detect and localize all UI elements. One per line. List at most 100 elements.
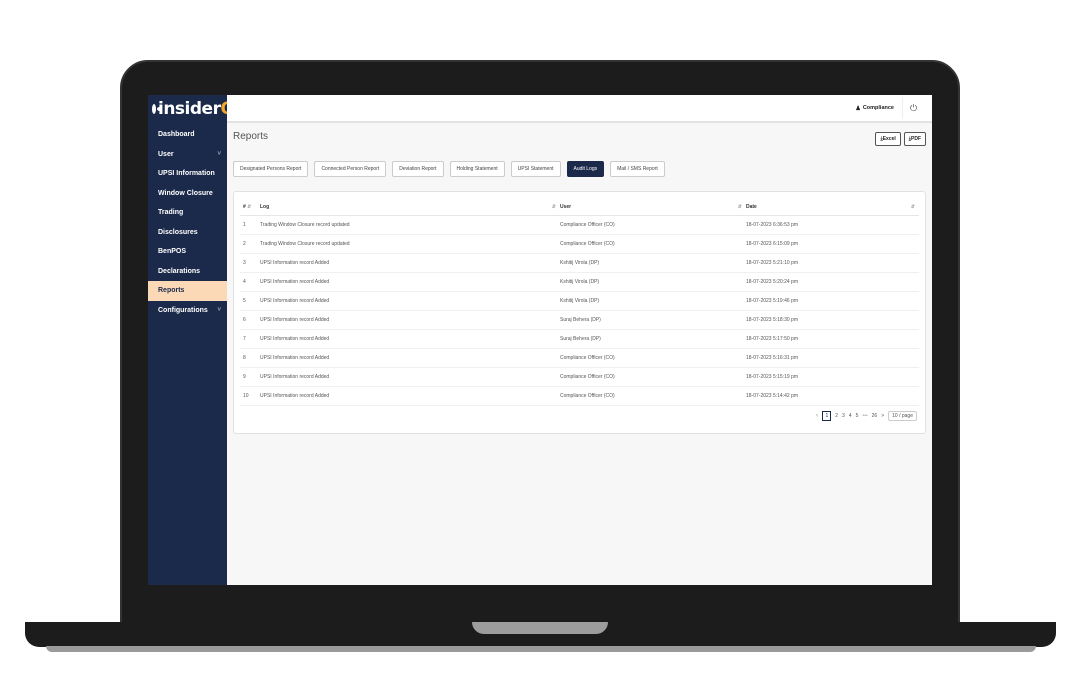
sidebar-item-configurations[interactable]: Configurations ˅: [148, 301, 227, 321]
sort-icon: ⇵: [910, 204, 915, 211]
column-header-date[interactable]: Date ⇵: [746, 200, 919, 216]
export-pdf-button[interactable]: ⤓PDF: [903, 132, 926, 146]
export-excel-button[interactable]: ⤓Excel: [875, 132, 901, 146]
row-user: Compliance Officer (CO): [560, 215, 746, 235]
row-date: 18-07-2023 5:20:24 pm: [746, 272, 919, 292]
power-icon[interactable]: ⏻: [902, 97, 924, 119]
row-log: UPSI Information record Added: [260, 348, 560, 368]
table-row: 7 UPSI Information record Added Suraj Behe…: [240, 329, 919, 349]
row-index: 2: [240, 234, 260, 254]
tab-connected-person-report[interactable]: Connected Person Report: [314, 161, 387, 177]
laptop-base-shadow: [46, 646, 1036, 652]
sidebar-item-upsi-information[interactable]: UPSI Information: [148, 164, 227, 184]
pagination-page-1[interactable]: 1: [822, 410, 832, 421]
audit-log-card: # ⇵ Log ⇵ User ⇵ Date ⇵ 1 Trading Window Clo…: [233, 191, 926, 434]
chevron-down-icon: ˅: [217, 307, 221, 314]
row-user: Suraj Behera (DP): [560, 310, 746, 330]
row-log: UPSI Information record Added: [260, 272, 560, 292]
row-log: UPSI Information record Added: [260, 367, 560, 387]
table-row: 10 UPSI Information record Added Complianc…: [240, 386, 919, 406]
main-area: ♟ Compliance ⏻ Reports ⤓Excel ⤓PDF Desig…: [227, 95, 932, 585]
brand-name: insiderQ: [158, 99, 235, 119]
row-user: Compliance Officer (CO): [560, 386, 746, 406]
pagination-page-4[interactable]: 4: [849, 413, 852, 419]
export-buttons: ⤓Excel ⤓PDF: [875, 132, 926, 146]
brand-logo[interactable]: insiderQ: [148, 95, 235, 123]
tab-holding-statement[interactable]: Holding Statement: [449, 161, 505, 177]
eye-icon: [152, 104, 162, 114]
table-row: 5 UPSI Information record Added Kshitij Vi…: [240, 291, 919, 311]
table-row: 4 UPSI Information record Added Kshitij Vi…: [240, 272, 919, 292]
row-index: 3: [240, 253, 260, 273]
row-index: 8: [240, 348, 260, 368]
pagination-page-5[interactable]: 5: [856, 413, 859, 419]
laptop-mockup: insiderQ Dashboard User ˅ UPSI Information W…: [0, 0, 1079, 678]
sidebar-item-label: Declarations: [158, 267, 201, 275]
table-body: 1 Trading Window Closure record updated Co…: [240, 215, 919, 406]
tab-deviation-report[interactable]: Deviation Report: [392, 161, 444, 177]
user-label: Compliance: [862, 105, 894, 111]
row-date: 18-07-2023 6:15:09 pm: [746, 234, 919, 254]
chevron-down-icon: ˅: [217, 151, 221, 158]
page-size-select[interactable]: 10 / page: [888, 410, 917, 421]
row-date: 18-07-2023 5:16:31 pm: [746, 348, 919, 368]
sidebar-item-user[interactable]: User ˅: [148, 145, 227, 165]
pagination-prev-button[interactable]: <: [816, 413, 819, 419]
row-log: UPSI Information record Added: [260, 253, 560, 273]
row-log: UPSI Information record Added: [260, 310, 560, 330]
pagination-next-button[interactable]: >: [881, 413, 884, 419]
pagination: <1 2 3 4 5 ••• 26 >10 / page: [240, 410, 919, 421]
page-content: Reports ⤓Excel ⤓PDF Designated Persons R…: [227, 123, 932, 585]
pagination-page-2[interactable]: 2: [835, 413, 838, 419]
row-log: UPSI Information record Added: [260, 329, 560, 349]
pagination-page-3[interactable]: 3: [842, 413, 845, 419]
audit-log-table: # ⇵ Log ⇵ User ⇵ Date ⇵ 1 Trading Window Clo…: [240, 200, 919, 406]
sidebar-item-label: UPSI Information: [158, 170, 215, 178]
tab-upsi-statement[interactable]: UPSI Statement: [510, 161, 561, 177]
sidebar-item-label: User: [158, 150, 174, 158]
sort-icon: ⇵: [737, 204, 742, 211]
tab-designated-persons-report[interactable]: Designated Persons Report: [233, 161, 309, 177]
tab-mail-sms-report[interactable]: Mail / SMS Report: [610, 161, 665, 177]
pagination-page-last[interactable]: 26: [872, 413, 878, 419]
sidebar-nav: Dashboard User ˅ UPSI Information Window Clo…: [148, 125, 227, 320]
sort-icon: ⇵: [247, 204, 252, 211]
row-index: 10: [240, 386, 260, 406]
row-index: 1: [240, 215, 260, 235]
column-header-log[interactable]: Log ⇵: [260, 200, 560, 216]
sidebar-item-label: Configurations: [158, 306, 208, 314]
row-date: 18-07-2023 5:18:30 pm: [746, 310, 919, 330]
row-user: Kshitij Virola (DP): [560, 291, 746, 311]
column-header-index[interactable]: # ⇵: [240, 200, 260, 216]
row-index: 4: [240, 272, 260, 292]
sidebar-item-declarations[interactable]: Declarations: [148, 262, 227, 282]
sidebar-item-window-closure[interactable]: Window Closure: [148, 184, 227, 204]
sidebar-item-trading[interactable]: Trading: [148, 203, 227, 223]
row-date: 18-07-2023 5:15:19 pm: [746, 367, 919, 387]
row-log: UPSI Information record Added: [260, 386, 560, 406]
row-index: 7: [240, 329, 260, 349]
row-user: Compliance Officer (CO): [560, 367, 746, 387]
row-log: Trading Window Closure record updated: [260, 234, 560, 254]
table-row: 8 UPSI Information record Added Compliance…: [240, 348, 919, 368]
app-screen: insiderQ Dashboard User ˅ UPSI Information W…: [148, 95, 932, 585]
sidebar-item-disclosures[interactable]: Disclosures: [148, 223, 227, 243]
table-row: 9 UPSI Information record Added Compliance…: [240, 367, 919, 387]
pagination-ellipsis[interactable]: •••: [862, 413, 867, 419]
table-row: 1 Trading Window Closure record updated Co…: [240, 215, 919, 235]
page-title: Reports: [233, 131, 269, 142]
report-tabs: Designated Persons Report Connected Perso…: [233, 161, 926, 177]
row-user: Compliance Officer (CO): [560, 348, 746, 368]
tab-audit-logs[interactable]: Audit Logs: [566, 161, 605, 177]
row-user: Kshitij Virola (DP): [560, 272, 746, 292]
sidebar-item-dashboard[interactable]: Dashboard: [148, 125, 227, 145]
sidebar-item-reports[interactable]: Reports: [148, 281, 227, 301]
sidebar-item-label: Disclosures: [158, 228, 198, 236]
sidebar-item-benpos[interactable]: BenPOS: [148, 242, 227, 262]
user-menu[interactable]: ♟ Compliance: [855, 105, 894, 112]
row-user: Kshitij Virola (DP): [560, 253, 746, 273]
column-header-user[interactable]: User ⇵: [560, 200, 746, 216]
table-row: 3 UPSI Information record Added Kshitij Vi…: [240, 253, 919, 273]
row-index: 9: [240, 367, 260, 387]
row-date: 18-07-2023 5:21:10 pm: [746, 253, 919, 273]
